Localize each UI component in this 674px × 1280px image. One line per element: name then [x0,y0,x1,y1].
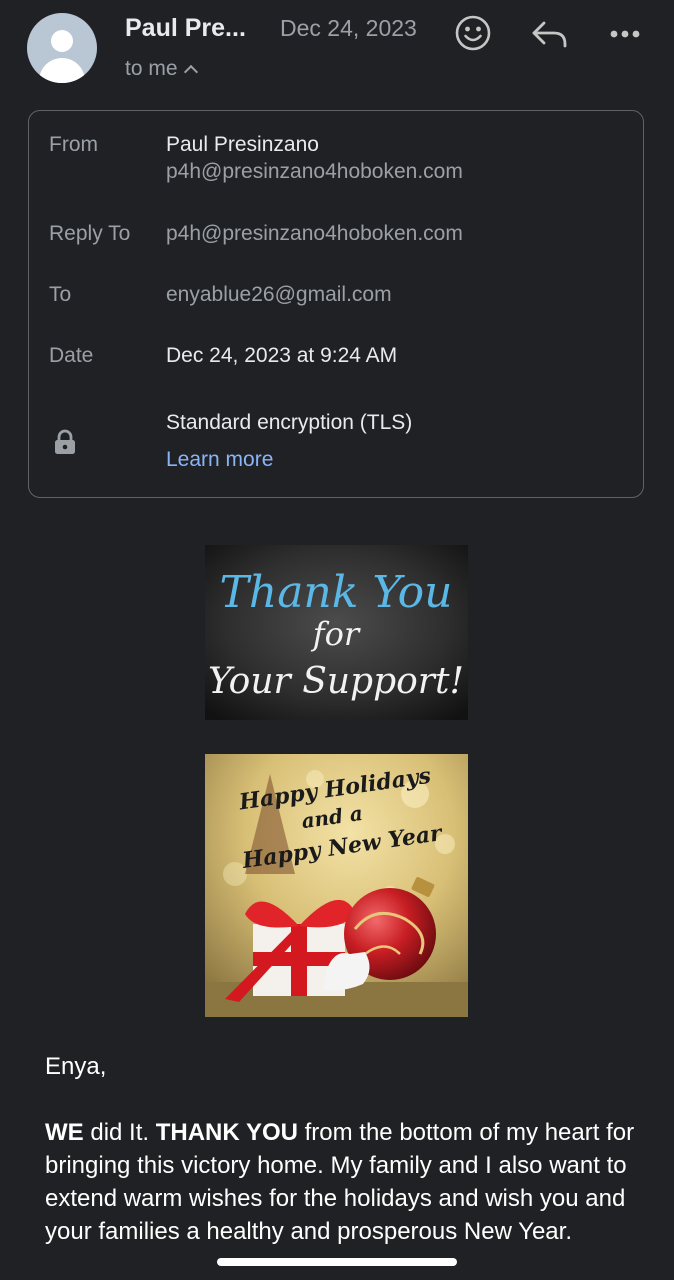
thank-you-line-2: for [311,615,361,653]
thank-you-line-3: Your Support! [208,661,464,702]
date-value: Dec 24, 2023 at 9:24 AM [166,344,398,367]
date-label: Date [49,344,94,367]
from-email[interactable]: p4h@presinzano4hoboken.com [166,160,463,184]
avatar-head-shape [51,30,73,52]
more-icon[interactable] [605,20,645,48]
recipient-toggle[interactable]: to me [125,57,198,81]
happy-holidays-image: Happy Holidays and a Happy New Year [205,754,468,1017]
body-text-1: did It. [83,1119,156,1146]
email-view: Paul Pre... Dec 24, 2023 to me From Paul… [0,0,674,1280]
message-body: Enya, WE did It. THANK YOU from the bott… [45,1050,635,1248]
reply-to-label: Reply To [49,222,131,245]
greeting: Enya, [45,1053,107,1080]
to-label: To [49,283,72,306]
message-details-card: From Paul Presinzano p4h@presinzano4hobo… [28,110,644,498]
bold-thank-you: THANK YOU [155,1119,298,1146]
thank-you-line-1: Thank You [220,567,453,618]
bold-we: WE [45,1119,84,1146]
emoji-icon[interactable] [453,13,493,53]
learn-more-link[interactable]: Learn more [166,448,273,472]
sender-name[interactable]: Paul Pre... [125,14,246,43]
from-name: Paul Presinzano [166,133,319,156]
avatar-body-shape [39,58,85,83]
lock-icon [55,429,75,454]
avatar[interactable] [27,13,97,83]
body-paragraph: WE did It. THANK YOU from the bottom of … [45,1116,635,1248]
encryption-text: Standard encryption (TLS) [166,411,413,434]
from-label: From [49,133,98,156]
home-indicator[interactable] [217,1258,457,1266]
message-date: Dec 24, 2023 [280,15,417,41]
to-email[interactable]: enyablue26@gmail.com [166,283,392,307]
chevron-up-icon [183,64,198,80]
reply-to-email[interactable]: p4h@presinzano4hoboken.com [166,222,463,246]
thank-you-image: Thank You for Your Support! [205,545,468,720]
recipient-summary: to me [125,57,178,80]
reply-icon[interactable] [530,17,570,51]
